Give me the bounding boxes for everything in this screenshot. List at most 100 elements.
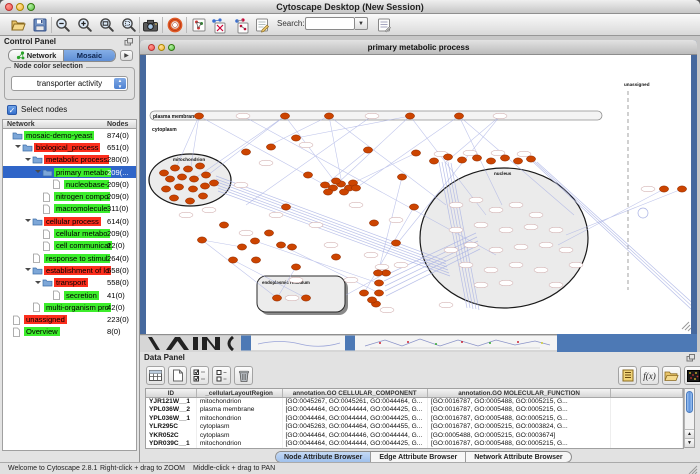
tree-row[interactable]: establishment of lo558(0) bbox=[3, 264, 136, 276]
gene-node[interactable] bbox=[201, 172, 210, 178]
network-overlay-button[interactable] bbox=[208, 16, 227, 34]
attribute-table[interactable]: ID_cellularLayoutRegionannotation.GO CEL… bbox=[145, 388, 684, 449]
gene-node[interactable] bbox=[331, 254, 340, 260]
column-header[interactable] bbox=[611, 389, 683, 397]
column-header[interactable]: ID bbox=[146, 389, 197, 397]
frame-minimize-button[interactable] bbox=[158, 44, 165, 51]
gene-node[interactable] bbox=[303, 172, 312, 178]
expander-icon[interactable] bbox=[35, 279, 42, 287]
tree-row[interactable]: cellular metabo209(0) bbox=[3, 227, 136, 239]
tree-row[interactable]: transport558(0) bbox=[3, 277, 136, 289]
gene-node[interactable] bbox=[454, 113, 463, 119]
gene-node[interactable] bbox=[320, 182, 329, 188]
tab-network-attribute-browser[interactable]: Network Attribute Browser bbox=[466, 452, 570, 462]
gene-node[interactable] bbox=[367, 297, 376, 303]
expander-icon[interactable] bbox=[25, 266, 32, 274]
gene-node[interactable] bbox=[443, 154, 452, 160]
tab-mosaic[interactable]: Mosaic bbox=[64, 50, 115, 61]
frame-close-button[interactable] bbox=[148, 44, 155, 51]
zoom-in-button[interactable] bbox=[75, 16, 94, 34]
gene-node[interactable] bbox=[287, 244, 296, 250]
help-ring-button[interactable] bbox=[165, 16, 184, 34]
color-attribute-dropdown[interactable]: transporter activity ▲▼ bbox=[11, 76, 128, 91]
table-row[interactable]: YDR039C__1mitochondrion[GO:0044464, GO:0… bbox=[146, 440, 683, 448]
tree-row[interactable]: Overview8(0) bbox=[3, 326, 136, 338]
network-view-button[interactable] bbox=[189, 16, 208, 34]
tree-row[interactable]: nucleobase-209(0) bbox=[3, 178, 136, 190]
expander-icon[interactable] bbox=[25, 156, 32, 164]
table-mode-button[interactable] bbox=[146, 366, 165, 385]
canvas-resize-grip[interactable] bbox=[682, 322, 691, 331]
gene-node[interactable] bbox=[188, 186, 197, 192]
attribute-list-button[interactable] bbox=[618, 366, 637, 385]
function-builder-button[interactable]: f(x) bbox=[640, 366, 659, 385]
tree-row[interactable]: biological_process651(0) bbox=[3, 141, 136, 153]
gene-node[interactable] bbox=[195, 163, 204, 169]
gene-node[interactable] bbox=[472, 155, 481, 161]
snapshot-button[interactable] bbox=[141, 16, 160, 34]
tree-row[interactable]: macromolecule311(0) bbox=[3, 203, 136, 215]
gene-node[interactable] bbox=[276, 242, 285, 248]
gene-node[interactable] bbox=[513, 158, 522, 164]
expander-icon[interactable] bbox=[25, 217, 32, 225]
float-panel-icon[interactable] bbox=[124, 38, 133, 46]
gene-node[interactable] bbox=[272, 295, 281, 301]
annotation-button[interactable] bbox=[252, 16, 271, 34]
gene-node[interactable] bbox=[486, 158, 495, 164]
more-tabs-button[interactable]: ▶ bbox=[120, 50, 133, 61]
gene-node[interactable] bbox=[161, 186, 170, 192]
gene-node[interactable] bbox=[363, 147, 372, 153]
expander-icon[interactable] bbox=[35, 168, 42, 176]
delete-attribute-button[interactable] bbox=[234, 366, 253, 385]
tree-row[interactable]: primary metabo209(... bbox=[3, 166, 136, 178]
zoom-selected-button[interactable] bbox=[119, 16, 138, 34]
gene-node[interactable] bbox=[374, 290, 383, 296]
gene-node[interactable] bbox=[351, 185, 360, 191]
gene-node[interactable] bbox=[500, 155, 509, 161]
gene-node[interactable] bbox=[251, 257, 260, 263]
column-header[interactable]: annotation.GO MOLECULAR_FUNCTION bbox=[428, 389, 611, 397]
gene-node[interactable] bbox=[411, 150, 420, 156]
gene-node[interactable] bbox=[391, 240, 400, 246]
table-header[interactable]: ID_cellularLayoutRegionannotation.GO CEL… bbox=[146, 389, 683, 398]
new-attribute-button[interactable] bbox=[168, 366, 187, 385]
zoom-fit-button[interactable] bbox=[97, 16, 116, 34]
gene-node[interactable] bbox=[397, 174, 406, 180]
gene-node[interactable] bbox=[677, 186, 686, 192]
gene-node[interactable] bbox=[291, 135, 300, 141]
gene-node[interactable] bbox=[264, 230, 273, 236]
window-resize-grip[interactable] bbox=[688, 465, 698, 474]
gene-node[interactable] bbox=[405, 113, 414, 119]
gene-node[interactable] bbox=[219, 222, 228, 228]
import-attributes-button[interactable] bbox=[662, 366, 681, 385]
gene-node[interactable] bbox=[165, 176, 174, 182]
search-dropdown-button[interactable]: ▼ bbox=[355, 17, 368, 30]
minimize-button[interactable] bbox=[16, 3, 24, 11]
gene-node[interactable] bbox=[194, 113, 203, 119]
tree-row[interactable]: cell communicat22(0) bbox=[3, 240, 136, 252]
expander-icon[interactable] bbox=[15, 143, 22, 151]
report-button[interactable] bbox=[374, 16, 393, 34]
gene-node[interactable] bbox=[198, 193, 207, 199]
table-row[interactable]: YPL036W__2plasma membrane[GO:0044464, GO… bbox=[146, 406, 683, 414]
zoom-button[interactable] bbox=[27, 3, 35, 11]
table-row[interactable]: YPL036W__1mitochondrion[GO:0044464, GO:0… bbox=[146, 415, 683, 423]
tree-row[interactable]: secretion41(0) bbox=[3, 289, 136, 301]
network-view-frame[interactable]: primary metabolic process plasma membran… bbox=[140, 40, 697, 352]
gene-node[interactable] bbox=[280, 113, 289, 119]
unselect-attributes-button[interactable] bbox=[212, 366, 231, 385]
gene-node[interactable] bbox=[266, 144, 275, 150]
gene-node[interactable] bbox=[374, 280, 383, 286]
tree-row[interactable]: metabolic process280(0) bbox=[3, 154, 136, 166]
scroll-down-button[interactable]: ▼ bbox=[685, 438, 694, 447]
search-input[interactable] bbox=[305, 17, 355, 30]
tab-edge-attribute-browser[interactable]: Edge Attribute Browser bbox=[371, 452, 466, 462]
gene-node[interactable] bbox=[185, 198, 194, 204]
select-attributes-button[interactable] bbox=[190, 366, 209, 385]
open-button[interactable] bbox=[8, 16, 27, 34]
gene-node[interactable] bbox=[301, 295, 310, 301]
network-overlay-alt-button[interactable] bbox=[231, 16, 250, 34]
tree-row[interactable]: cellular process614(0) bbox=[3, 215, 136, 227]
gene-node[interactable] bbox=[281, 204, 290, 210]
matrix-view-button[interactable] bbox=[684, 366, 700, 385]
